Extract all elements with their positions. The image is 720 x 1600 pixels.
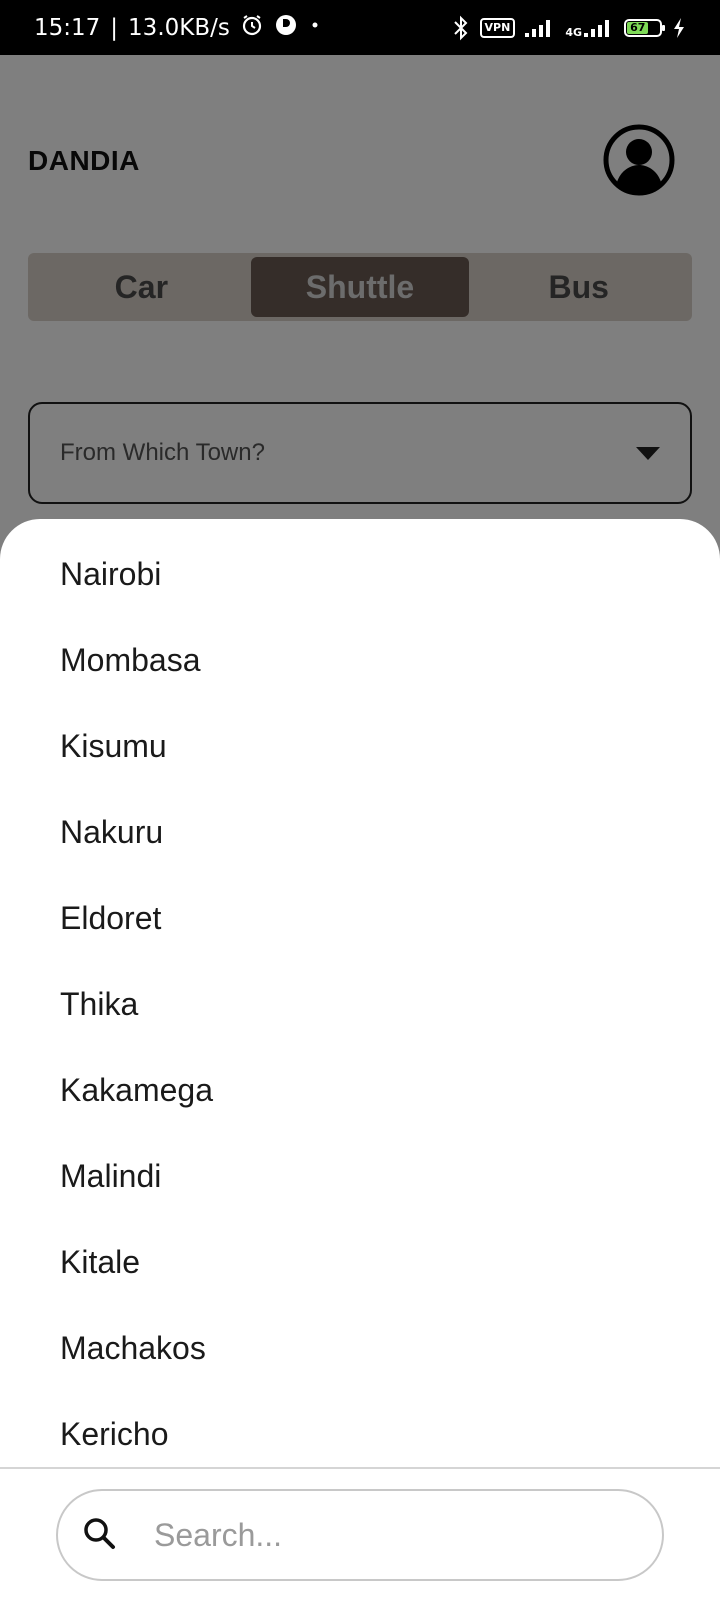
app-notification-icon	[274, 13, 298, 43]
bluetooth-icon	[452, 15, 470, 41]
status-separator: |	[110, 14, 119, 41]
town-item-kisumu[interactable]: Kisumu	[0, 703, 720, 789]
town-picker-sheet: Nairobi Mombasa Kisumu Nakuru Eldoret Th…	[0, 519, 720, 1600]
search-input[interactable]	[152, 1515, 576, 1555]
alarm-icon	[240, 13, 264, 43]
town-item-kakamega[interactable]: Kakamega	[0, 1047, 720, 1133]
town-item-eldoret[interactable]: Eldoret	[0, 875, 720, 961]
network-type-label: 4G	[565, 25, 582, 39]
sheet-divider	[0, 1467, 720, 1469]
battery-level: 67	[627, 21, 649, 34]
town-item-machakos[interactable]: Machakos	[0, 1305, 720, 1391]
town-item-mombasa[interactable]: Mombasa	[0, 617, 720, 703]
charging-icon	[672, 17, 686, 39]
status-left: 15:17 | 13.0KB/s	[34, 13, 322, 43]
status-network-speed: 13.0KB/s	[128, 14, 230, 41]
town-item-kericho[interactable]: Kericho	[0, 1391, 720, 1477]
status-right: VPN 4G 67	[452, 15, 686, 41]
battery-icon: 67	[624, 18, 665, 37]
search-icon	[82, 1516, 116, 1555]
status-bar: 15:17 | 13.0KB/s VPN 4G 67	[0, 0, 720, 55]
signal-4g-icon: 4G	[565, 18, 614, 38]
signal-icon	[525, 18, 555, 38]
dot-icon	[308, 13, 322, 43]
town-item-nairobi[interactable]: Nairobi	[0, 531, 720, 617]
town-item-nakuru[interactable]: Nakuru	[0, 789, 720, 875]
town-list[interactable]: Nairobi Mombasa Kisumu Nakuru Eldoret Th…	[0, 531, 720, 1486]
town-item-malindi[interactable]: Malindi	[0, 1133, 720, 1219]
town-item-kitale[interactable]: Kitale	[0, 1219, 720, 1305]
status-time: 15:17	[34, 14, 101, 41]
town-item-thika[interactable]: Thika	[0, 961, 720, 1047]
vpn-icon: VPN	[479, 17, 516, 38]
search-box[interactable]	[56, 1489, 664, 1581]
